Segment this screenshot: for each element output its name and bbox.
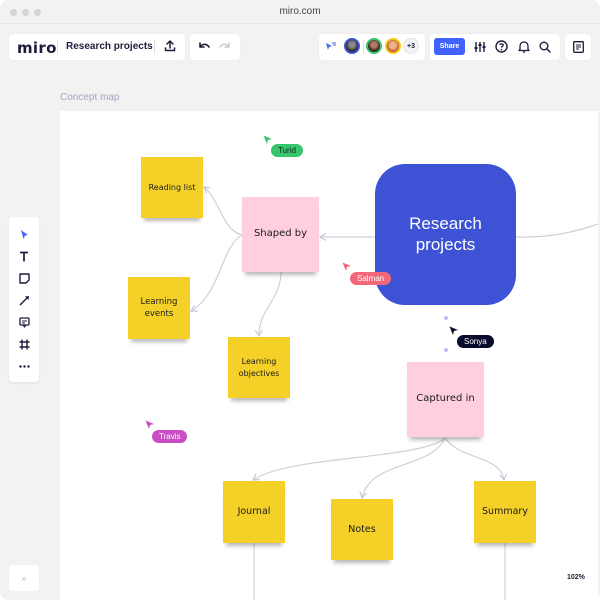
cursor-arrow-icon (342, 262, 351, 271)
frame-tool[interactable] (9, 334, 39, 354)
cursor-icon (20, 229, 28, 239)
cursor-label-sonya: Sonya (457, 335, 494, 348)
cursor-arrow-icon (145, 420, 154, 429)
center-node-line2: projects (415, 234, 476, 254)
more-dots-icon (18, 364, 30, 368)
cursor-follow-icon[interactable] (324, 39, 338, 53)
board-menu-icon[interactable] (570, 39, 586, 55)
sticky-note-icon (18, 272, 30, 284)
expand-panel-button[interactable]: » (9, 565, 39, 591)
sticky-text: Journal (237, 506, 271, 518)
sticky-text: Captured in (416, 393, 475, 405)
share-button[interactable]: Share (434, 38, 465, 55)
sticky-journal[interactable]: Journal (223, 481, 285, 543)
text-icon (20, 251, 28, 261)
cursor-arrow-icon (449, 326, 458, 335)
sticky-captured-in[interactable]: Captured in (407, 362, 484, 437)
cursor-label-turid: Turid (271, 144, 303, 157)
sticky-shaped-by[interactable]: Shaped by (242, 197, 319, 272)
sticky-text: Shaped by (253, 228, 308, 240)
sticky-text-line: Learning (140, 296, 178, 307)
notifications-bell-icon[interactable] (516, 39, 531, 54)
upload-icon[interactable] (162, 38, 178, 54)
cursor-label-travis: Travis (152, 430, 188, 443)
header-divider (57, 40, 58, 54)
cursor-label-salman: Salman (350, 272, 392, 285)
select-tool[interactable] (9, 224, 39, 244)
creation-toolbar (9, 217, 39, 382)
zoom-level-indicator[interactable]: 102% (567, 574, 585, 581)
center-node-research-projects[interactable]: Research projects (375, 164, 516, 305)
sticky-text: Reading list (148, 182, 196, 192)
undo-icon[interactable] (197, 39, 211, 53)
board-title[interactable]: Research projects (66, 41, 153, 52)
sticky-text: Notes (348, 523, 376, 535)
arrow-line-icon (19, 295, 29, 305)
help-icon[interactable] (494, 39, 509, 54)
search-icon[interactable] (537, 39, 552, 54)
text-tool[interactable] (9, 246, 39, 266)
browser-window: miro.com miro Research projects +3 Share (0, 0, 600, 600)
cursor-arrow-icon (263, 135, 272, 144)
connection-line-tool[interactable] (9, 290, 39, 310)
browser-url: miro.com (279, 6, 321, 17)
more-tools[interactable] (9, 356, 39, 376)
browser-titlebar: miro.com (0, 0, 600, 24)
sticky-text-line: events (144, 309, 174, 319)
sticky-notes[interactable]: Notes (331, 499, 393, 560)
miro-logo[interactable]: miro (17, 39, 57, 57)
sticky-reading-list[interactable]: Reading list (141, 157, 203, 218)
header-divider (154, 40, 155, 54)
frame-label[interactable]: Concept map (60, 92, 119, 103)
comment-icon (18, 316, 30, 328)
avatar-3[interactable] (385, 38, 401, 54)
frame-icon (19, 339, 29, 349)
sticky-text: Summary (482, 506, 528, 518)
avatar-2[interactable] (366, 38, 382, 54)
sticky-learning-events[interactable]: Learning events (128, 277, 190, 339)
sticky-summary[interactable]: Summary (474, 481, 536, 543)
sticky-learning-objectives[interactable]: Learning objectives (228, 337, 290, 398)
avatar-1[interactable] (344, 38, 360, 54)
comment-tool[interactable] (9, 312, 39, 332)
sticky-text-line: Learning (241, 356, 277, 366)
redo-icon[interactable] (218, 39, 232, 53)
sticky-text-line: objectives (238, 368, 280, 378)
sticky-note-tool[interactable] (9, 268, 39, 288)
more-collaborators-badge[interactable]: +3 (403, 38, 419, 54)
avatar-divider (363, 40, 364, 54)
center-node-line1: Research (409, 214, 482, 234)
settings-sliders-icon[interactable] (472, 39, 487, 54)
